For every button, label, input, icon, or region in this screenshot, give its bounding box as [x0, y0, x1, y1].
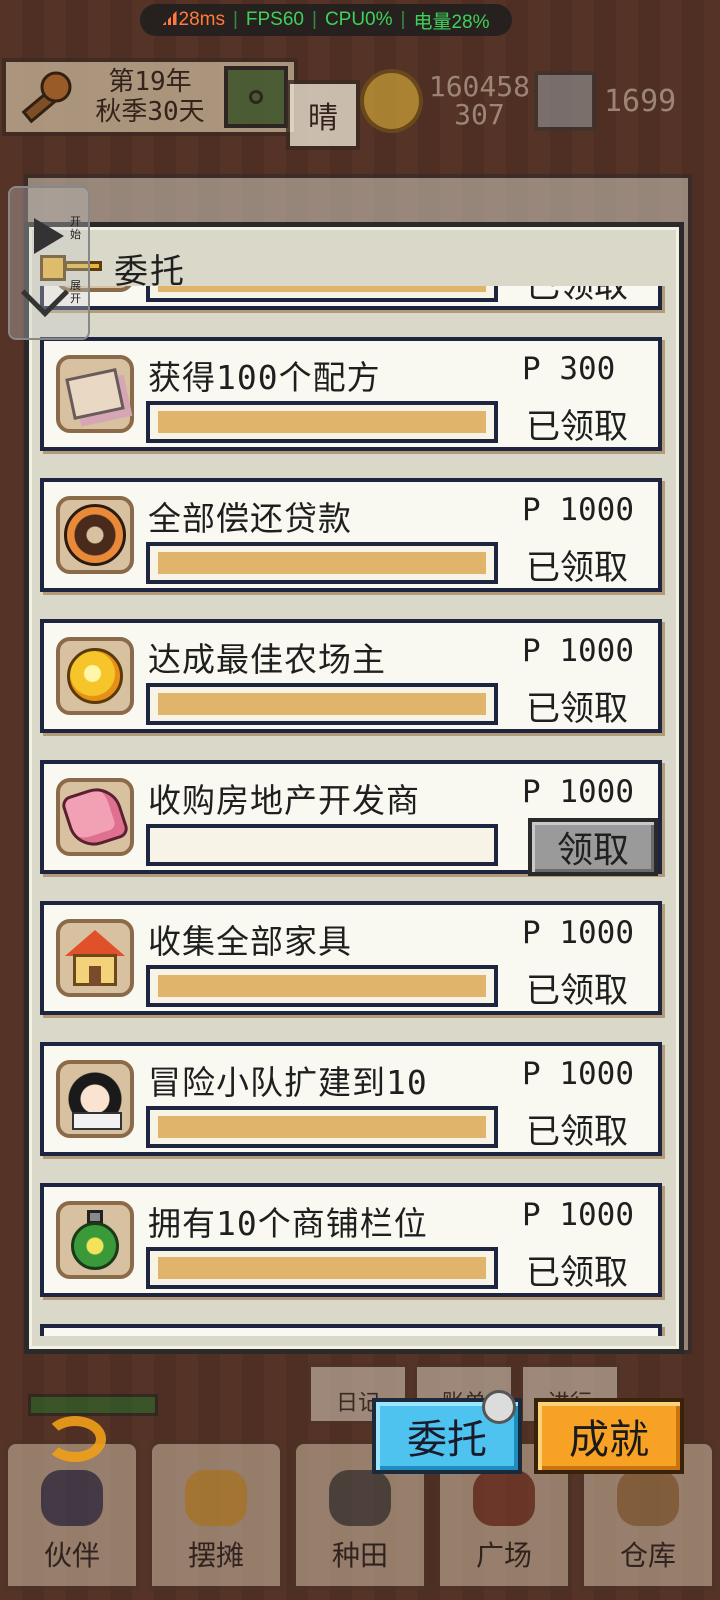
- recipe-icon: [56, 355, 134, 433]
- girl-icon: [56, 1060, 134, 1138]
- performance-overlay: 28ms | FPS60 | CPU0% | 电量28%: [140, 4, 512, 36]
- gem-counter: 1699: [534, 64, 720, 138]
- warehouse-icon: [617, 1470, 679, 1526]
- task-row: 达成最佳农场主 P 1000 已领取: [40, 619, 662, 733]
- screen-recorder-widget[interactable]: 开始 展开: [8, 186, 90, 340]
- achievement-tab-button[interactable]: 成就: [534, 1398, 684, 1474]
- cpu-readout: CPU0%: [324, 9, 393, 30]
- year-label: 第19年: [108, 67, 192, 97]
- task-name: 收集全部家具: [148, 922, 352, 961]
- task-row: 获得100个配方 P 300 已领取: [40, 337, 662, 451]
- chevron-down-icon[interactable]: [20, 268, 70, 318]
- progress-fill: [158, 1257, 486, 1279]
- task-reward: P 1000: [522, 633, 634, 669]
- progress-bar: [146, 542, 498, 584]
- clock-icon[interactable]: [224, 66, 288, 128]
- claimed-status: 已领取: [526, 548, 628, 588]
- play-icon[interactable]: [34, 218, 64, 254]
- season-day-label: 秋季30天: [95, 97, 205, 127]
- stall-icon: [185, 1470, 247, 1526]
- progress-fill: [158, 552, 486, 574]
- orange-icon: [56, 637, 134, 715]
- progress-fill: [158, 286, 486, 292]
- gold-amount: 160458: [428, 70, 530, 103]
- progress-fill: [158, 975, 486, 997]
- task-row: 冒险小队扩建到10 P 1000 已领取: [40, 1042, 662, 1156]
- task-row: 拥有10个商铺栏位 P 1000 已领取: [40, 1183, 662, 1297]
- task-name: 获得100个配方: [148, 358, 381, 397]
- watering-can-icon: [329, 1470, 391, 1526]
- claimed-status: 已领取: [526, 407, 628, 447]
- claimed-status: 已领取: [526, 689, 628, 729]
- status-bar-area: [28, 1358, 158, 1418]
- signal-icon: [162, 11, 177, 25]
- hp-bar: [28, 1394, 158, 1416]
- donut-icon: [56, 496, 134, 574]
- task-name: 收购房地产开发商: [148, 781, 420, 820]
- gold-amount-sub: 307: [454, 98, 505, 131]
- torch-icon: [21, 71, 72, 124]
- pin-icon: [482, 1390, 516, 1424]
- weather-badge: 晴: [286, 80, 360, 150]
- back-arrow-icon[interactable]: [44, 1416, 106, 1462]
- progress-fill: [158, 693, 486, 715]
- task-reward: P 1000: [522, 492, 634, 528]
- task-name: 达成最佳农场主: [148, 640, 386, 679]
- plaza-icon: [473, 1470, 535, 1526]
- progress-fill: [158, 411, 486, 433]
- progress-bar: [146, 1247, 498, 1289]
- progress-bar: [146, 401, 498, 443]
- progress-bar: [146, 286, 498, 302]
- task-name: 全部偿还贷款: [148, 499, 352, 538]
- task-name: 拥有10个商铺栏位: [148, 1204, 428, 1243]
- task-row-partial: [40, 1324, 662, 1336]
- commission-tab-button[interactable]: 委托: [372, 1390, 522, 1474]
- progress-bar: [146, 824, 498, 866]
- claimed-status: 已领取: [526, 286, 628, 306]
- fps-readout: FPS60: [245, 9, 304, 30]
- date-panel: 第19年 秋季30天: [2, 58, 298, 136]
- task-row: 收购房地产开发商 P 1000 领取: [40, 760, 662, 876]
- gem-icon: [534, 71, 596, 131]
- ping-indicator: 28ms: [162, 9, 225, 31]
- claim-button[interactable]: 领取: [528, 818, 658, 876]
- task-name: 冒险小队扩建到10: [148, 1063, 428, 1102]
- meat-icon: [56, 778, 134, 856]
- nav-partners[interactable]: 伙伴: [4, 1440, 140, 1590]
- claimed-status: 已领取: [526, 1112, 628, 1152]
- claimed-status: 已领取: [526, 971, 628, 1011]
- nav-stall[interactable]: 摆摊: [148, 1440, 284, 1590]
- partners-icon: [41, 1470, 103, 1526]
- coin-icon: [360, 69, 423, 133]
- task-reward: P 1000: [522, 774, 634, 810]
- progress-bar: [146, 683, 498, 725]
- battery-readout: 电量28%: [413, 11, 490, 33]
- start-label: 开始: [70, 216, 81, 241]
- gold-counter: 160458 307: [360, 64, 530, 138]
- task-row: 全部偿还贷款 P 1000 已领取: [40, 478, 662, 592]
- task-reward: P 1000: [522, 1056, 634, 1092]
- progress-bar: [146, 1106, 498, 1148]
- progress-fill: [158, 1116, 486, 1138]
- potion-icon: [56, 1201, 134, 1279]
- task-reward: P 300: [522, 351, 616, 387]
- task-list-content: 已领取 获得100个配方 P 300 已领取 全部偿还贷款 P 1000 已领取…: [40, 286, 668, 1336]
- progress-bar: [146, 965, 498, 1007]
- task-list[interactable]: 已领取 获得100个配方 P 300 已领取 全部偿还贷款 P 1000 已领取…: [40, 286, 668, 1336]
- claimed-status: 已领取: [526, 1253, 628, 1293]
- house-icon: [56, 919, 134, 997]
- expand-label: 展开: [70, 280, 81, 305]
- task-row: 已领取: [40, 286, 662, 310]
- gem-amount: 1699: [604, 83, 677, 119]
- task-reward: P 1000: [522, 1197, 634, 1233]
- task-reward: P 1000: [522, 915, 634, 951]
- task-row: 收集全部家具 P 1000 已领取: [40, 901, 662, 1015]
